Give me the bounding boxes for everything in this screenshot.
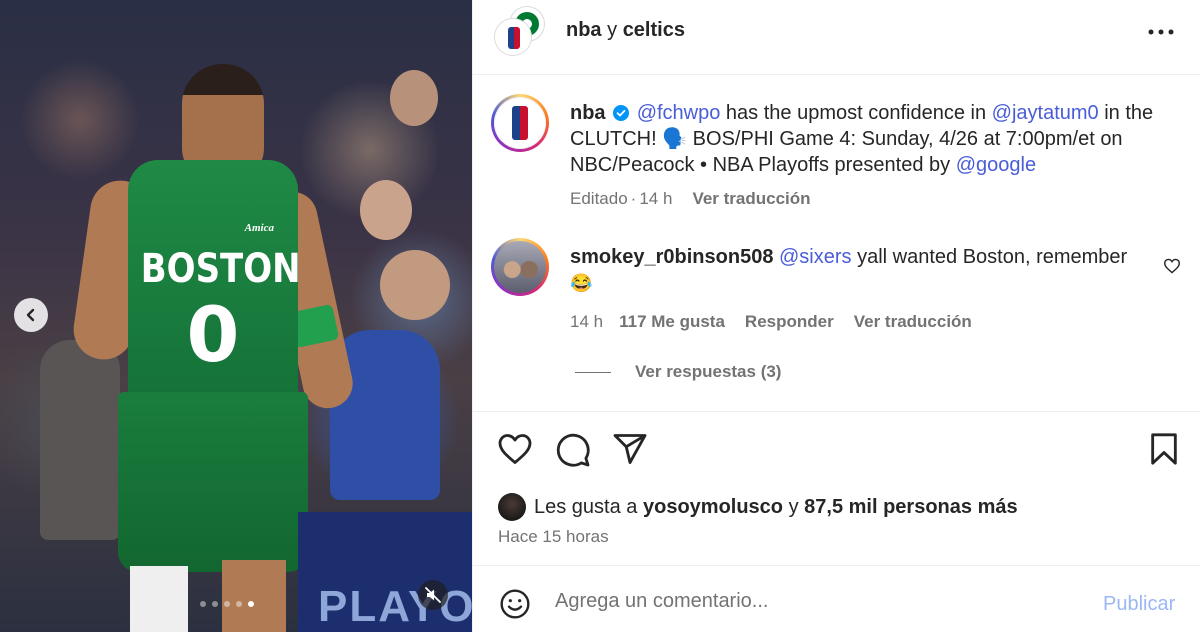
player-sock [130, 566, 188, 632]
carousel-dot [236, 601, 242, 607]
caption-meta: Editado · 14 h Ver traducción [570, 189, 827, 209]
carousel-dot [200, 601, 206, 607]
likes-prefix: Les gusta a [534, 495, 638, 518]
comment: smokey_r0binson508 @sixers yall wanted B… [570, 244, 1150, 296]
speaker-muted-icon [425, 587, 441, 603]
post-actions: Les gusta a yosoymolusco y 87,5 mil pers… [473, 412, 1200, 566]
more-options-icon[interactable] [1147, 28, 1175, 36]
post-timestamp[interactable]: Hace 15 horas [498, 527, 609, 547]
mute-button[interactable] [418, 580, 448, 610]
view-replies-label: Ver respuestas (3) [635, 362, 782, 381]
spectator [380, 250, 450, 320]
jersey-team-name: BOSTON [140, 246, 301, 292]
nba-avatar [495, 19, 531, 55]
verified-badge-icon [613, 105, 630, 121]
mention-link[interactable]: @fchwpo [637, 102, 721, 124]
spectator [360, 180, 412, 240]
jersey-number: 0 [186, 290, 240, 379]
collab-avatars[interactable] [495, 6, 545, 56]
liker-avatar[interactable] [498, 493, 526, 521]
like-heart-icon[interactable] [497, 432, 533, 466]
playoffs-banner: PLAYOFF [298, 512, 472, 632]
previous-slide-button[interactable] [14, 298, 48, 332]
post-accounts-title: nba y celtics [566, 19, 685, 42]
caption-time[interactable]: 14 h [639, 189, 672, 208]
heart-icon[interactable] [1163, 258, 1181, 274]
caption: nba @fchwpo has the upmost confidence in… [570, 100, 1170, 178]
caption-text-part: has the upmost confidence in [720, 102, 992, 124]
meta-dot: · [630, 189, 637, 208]
chevron-left-icon [26, 308, 35, 322]
shorts [118, 392, 308, 572]
caption-username[interactable]: nba [570, 102, 606, 124]
comment-meta: 14 h 117 Me gusta Responder Ver traducción [570, 312, 988, 332]
post-header: nba y celtics [473, 0, 1200, 75]
comment-bubble-icon[interactable] [555, 432, 591, 468]
see-translation-button[interactable]: Ver traducción [854, 312, 972, 331]
carousel-dot [224, 601, 230, 607]
nba-logo [512, 106, 528, 140]
avatar-inner [494, 97, 546, 149]
mention-link[interactable]: @jaytatum0 [992, 102, 1099, 124]
comments-section[interactable]: nba @fchwpo has the upmost confidence in… [473, 76, 1200, 412]
likes-summary: Les gusta a yosoymolusco y 87,5 mil pers… [498, 493, 1018, 521]
nba-logo [508, 27, 520, 49]
liker-username[interactable]: yosoymolusco [643, 496, 783, 519]
post-media[interactable]: Amica BOSTON 0 PLAYOFF [0, 0, 472, 632]
mention-link[interactable]: @sixers [779, 246, 852, 268]
see-translation-button[interactable]: Ver traducción [692, 189, 810, 208]
share-paper-plane-icon[interactable] [612, 432, 648, 466]
carousel-dot [212, 601, 218, 607]
spectator [40, 340, 120, 540]
laughing-emoji: 😂 [570, 273, 593, 293]
save-bookmark-icon[interactable] [1149, 432, 1179, 466]
caption-avatar[interactable] [491, 94, 549, 152]
likes-middle: y [788, 495, 799, 518]
accounts-separator: y [607, 19, 618, 41]
carousel-dot-active [248, 601, 254, 607]
avatar-inner [494, 241, 546, 293]
reply-button[interactable]: Responder [745, 312, 834, 331]
comment-time[interactable]: 14 h [570, 312, 603, 331]
comment-text: yall wanted Boston, remember [851, 246, 1128, 268]
replies-line [575, 371, 611, 373]
comment-input[interactable] [555, 590, 1075, 613]
player-leg [222, 560, 286, 632]
carousel-indicator [200, 601, 254, 607]
edited-label: Editado [570, 189, 628, 208]
publish-button[interactable]: Publicar [1103, 593, 1175, 616]
add-comment-bar: Publicar [473, 567, 1200, 632]
emoji-smiley-icon[interactable] [499, 588, 531, 620]
jersey-sponsor: Amica [244, 222, 274, 234]
comment-likes[interactable]: 117 Me gusta [619, 312, 725, 331]
commenter-avatar[interactable] [491, 238, 549, 296]
view-replies-button[interactable]: Ver respuestas (3) [575, 362, 781, 382]
comment-username[interactable]: smokey_r0binson508 [570, 246, 773, 268]
post-details-panel: nba y celtics nba @fchwpo has the upmost… [472, 0, 1200, 632]
jersey: Amica BOSTON 0 [128, 160, 301, 400]
spectator [390, 70, 438, 126]
banner-text: PLAYOFF [318, 582, 472, 631]
mention-link[interactable]: @google [956, 154, 1036, 176]
account-link-celtics[interactable]: celtics [623, 19, 685, 41]
account-link-nba[interactable]: nba [566, 19, 602, 41]
likes-count[interactable]: 87,5 mil personas más [804, 496, 1017, 519]
